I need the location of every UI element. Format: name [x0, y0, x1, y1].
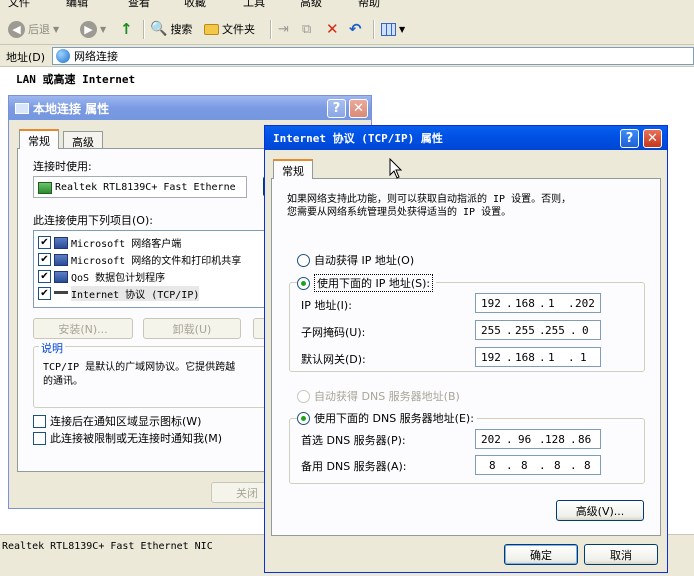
manual-ip-option[interactable]: 使用下面的 IP 地址(S):: [297, 274, 437, 292]
alternate-dns-input[interactable]: 8 . 8 . 8 . 8: [475, 455, 601, 475]
help-button[interactable]: ?: [327, 99, 346, 118]
install-button[interactable]: 安装(N)...: [33, 318, 133, 339]
up-folder-button[interactable]: ↑: [120, 19, 133, 39]
network-adapter-icon: [38, 181, 52, 194]
protocol-icon: [54, 291, 68, 294]
list-item[interactable]: ✔ QoS 数据包计划程序: [38, 268, 165, 285]
menu-help[interactable]: 帮助: [358, 0, 380, 10]
menu-file[interactable]: 文件: [8, 0, 30, 10]
description-title: 说明: [39, 340, 65, 356]
menu-tools[interactable]: 工具: [243, 0, 265, 10]
show-icon-option[interactable]: 连接后在通知区域显示图标(W): [33, 413, 201, 429]
toolbar: ◀ 后退 ▼ ▶ ▼ ↑ 🔍 搜索 文件夹 ⇥ ⧉ ✕ ↶ ▼: [0, 13, 694, 45]
back-arrow-icon: ◀: [8, 20, 25, 38]
tab-advanced[interactable]: 高级: [63, 131, 103, 149]
copy-to-button[interactable]: ⧉: [302, 19, 311, 39]
folder-icon: [204, 23, 219, 35]
folder-section-title: LAN 或高速 Internet: [16, 73, 136, 86]
alternate-dns-label: 备用 DNS 服务器(A):: [301, 460, 407, 473]
network-icon: [15, 102, 29, 114]
items-label: 此连接使用下列项目(O):: [33, 214, 153, 227]
ok-button[interactable]: 确定: [504, 544, 578, 565]
checkbox[interactable]: ✔: [38, 270, 51, 283]
checkbox[interactable]: ✔: [38, 253, 51, 266]
radio[interactable]: [297, 253, 310, 267]
delete-icon: ✕: [326, 20, 339, 38]
uninstall-button[interactable]: 卸载(U): [143, 318, 241, 339]
subnet-mask-label: 子网掩码(U):: [301, 326, 366, 339]
description-text: TCP/IP 是默认的广域网协议。它提供跨越: [43, 362, 236, 373]
views-grid-icon: [381, 22, 396, 36]
copy-to-icon: ⧉: [302, 21, 312, 37]
move-to-icon: ⇥: [278, 21, 289, 37]
preferred-dns-input[interactable]: 202 . 96 . 128 . 86: [475, 429, 601, 449]
chevron-down-icon: ▼: [100, 24, 107, 34]
menu-advanced[interactable]: 高级: [300, 0, 322, 10]
adapter-box: Realtek RTL8139C+ Fast Etherne: [33, 176, 247, 198]
connect-using-label: 连接时使用:: [33, 160, 92, 173]
manual-dns-option[interactable]: 使用下面的 DNS 服务器地址(E):: [297, 410, 477, 426]
menu-bar: 文件 编辑 查看 收藏 工具 高级 帮助: [0, 0, 694, 13]
menu-favorites[interactable]: 收藏: [184, 0, 206, 10]
ip-address-label: IP 地址(I):: [301, 299, 352, 312]
up-folder-icon: ↑: [120, 20, 133, 38]
search-button[interactable]: 🔍 搜索: [150, 19, 192, 39]
gateway-input[interactable]: 192 . 168 . 1 . 1: [475, 347, 601, 367]
forward-button[interactable]: ▶ ▼: [80, 19, 106, 39]
address-label: 地址(D): [6, 51, 46, 64]
client-icon: [54, 236, 68, 249]
subnet-mask-input[interactable]: 255 . 255 . 255 . 0: [475, 320, 601, 340]
list-item[interactable]: ✔ Microsoft 网络的文件和打印机共享: [38, 251, 241, 268]
list-item[interactable]: ✔ Microsoft 网络客户端: [38, 234, 181, 251]
search-icon: 🔍: [150, 21, 168, 37]
menu-edit[interactable]: 编辑: [66, 0, 88, 10]
radio[interactable]: [297, 276, 310, 290]
tab-general[interactable]: 常规: [19, 129, 59, 149]
address-bar: 地址(D) 网络连接: [0, 45, 694, 67]
tab-general[interactable]: 常规: [273, 159, 313, 179]
address-input[interactable]: 网络连接: [52, 47, 694, 65]
ip-address-input[interactable]: 192 . 168 . 1 . 202: [475, 293, 601, 313]
delete-button[interactable]: ✕: [326, 19, 339, 39]
intro-text-2: 您需要从网络系统管理员处获得适当的 IP 设置。: [287, 207, 512, 218]
chevron-down-icon: ▼: [53, 24, 60, 34]
service-icon: [54, 253, 68, 266]
radio[interactable]: [297, 389, 310, 403]
checkbox[interactable]: [33, 414, 46, 428]
checkbox[interactable]: ✔: [38, 287, 51, 300]
undo-icon: ↶: [349, 20, 362, 38]
notify-option[interactable]: 此连接被限制或无连接时通知我(M): [33, 430, 222, 446]
components-list[interactable]: ✔ Microsoft 网络客户端 ✔ Microsoft 网络的文件和打印机共…: [33, 230, 283, 308]
help-button[interactable]: ?: [620, 129, 639, 148]
close-icon[interactable]: ✕: [643, 129, 662, 148]
checkbox[interactable]: [33, 431, 46, 445]
forward-arrow-icon: ▶: [80, 20, 97, 38]
network-connections-icon: [56, 49, 70, 63]
preferred-dns-label: 首选 DNS 服务器(P):: [301, 434, 406, 447]
list-item[interactable]: ✔ Internet 协议 (TCP/IP): [38, 285, 200, 302]
tcpip-dialog-titlebar[interactable]: Internet 协议 (TCP/IP) 属性: [265, 126, 667, 150]
folders-button[interactable]: 文件夹: [204, 19, 255, 39]
lan-dialog-titlebar[interactable]: 本地连接 属性: [9, 96, 371, 120]
checkbox[interactable]: ✔: [38, 236, 51, 249]
back-button[interactable]: ◀ 后退 ▼: [8, 19, 59, 39]
auto-dns-option[interactable]: 自动获得 DNS 服务器地址(B): [297, 388, 460, 404]
description-text-2: 的通讯。: [43, 376, 83, 387]
advanced-button[interactable]: 高级(V)...: [556, 500, 644, 521]
undo-button[interactable]: ↶: [349, 19, 362, 39]
menu-view[interactable]: 查看: [128, 0, 150, 10]
gateway-label: 默认网关(D):: [301, 353, 366, 366]
tcpip-properties-dialog: Internet 协议 (TCP/IP) 属性 ? ✕ 常规 如果网络支持此功能…: [264, 125, 668, 573]
auto-ip-option[interactable]: 自动获得 IP 地址(O): [297, 252, 414, 268]
chevron-down-icon: ▼: [399, 24, 406, 34]
cancel-button[interactable]: 取消: [584, 544, 658, 565]
service-icon: [54, 270, 68, 283]
views-button[interactable]: ▼: [381, 19, 405, 39]
radio[interactable]: [297, 411, 310, 425]
move-to-button[interactable]: ⇥: [278, 19, 289, 39]
close-icon[interactable]: ✕: [349, 99, 368, 118]
mouse-cursor-icon: [389, 158, 403, 179]
